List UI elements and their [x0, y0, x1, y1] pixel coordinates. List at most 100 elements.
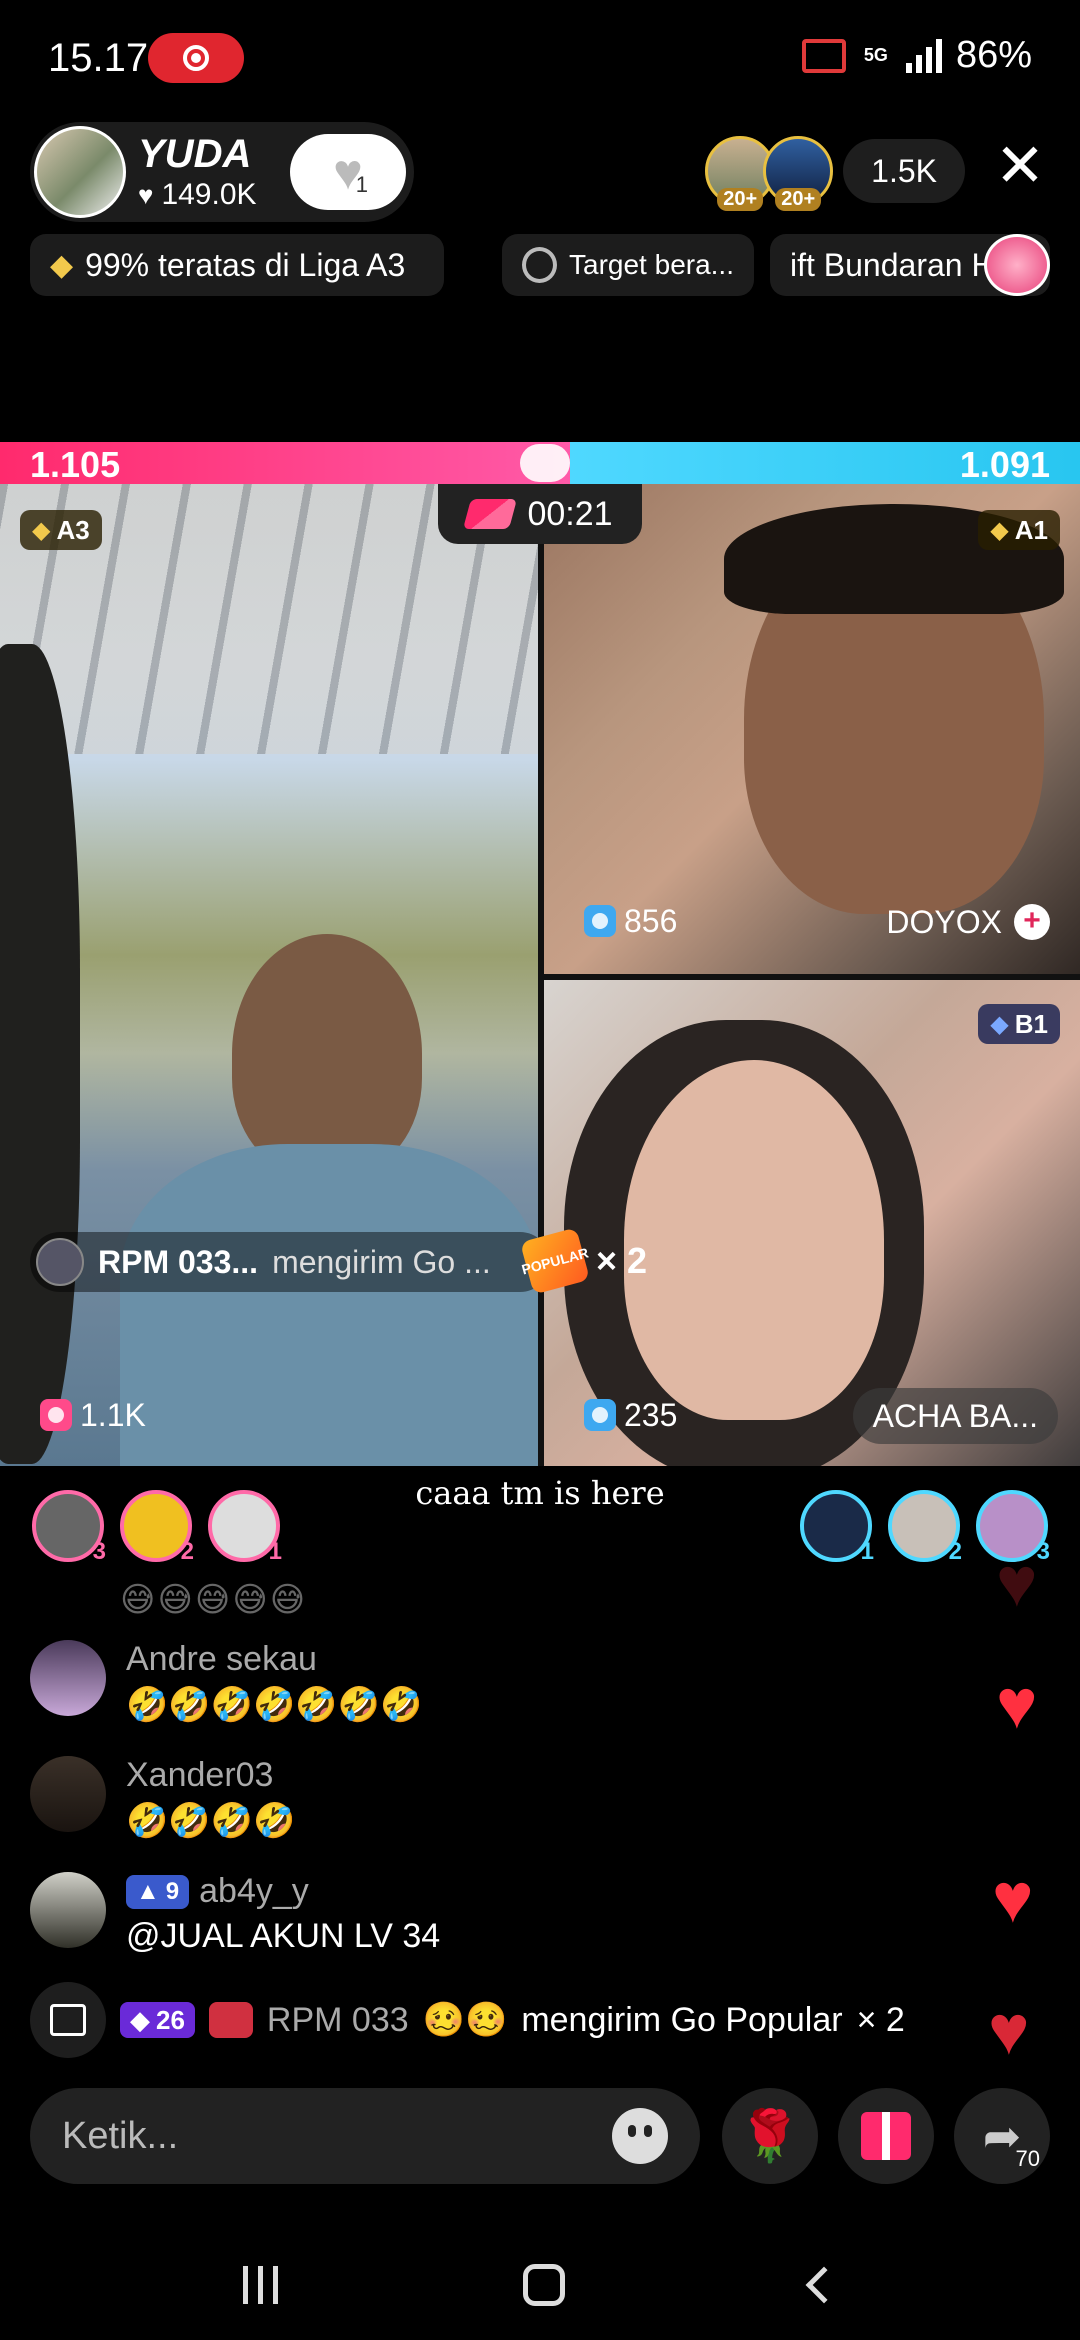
chat-message[interactable]: ▲ 9 ab4y_y @JUAL AKUN LV 34 — [30, 1872, 440, 1956]
gift-multiplier: × 2 — [856, 2000, 905, 2039]
battle-timer: 00:21 — [438, 484, 642, 544]
follow-count: 1 — [355, 172, 368, 197]
plus-icon[interactable]: + — [1014, 904, 1050, 940]
screen-record-indicator[interactable] — [148, 33, 244, 83]
gift-count-left: 1.1K — [40, 1388, 146, 1442]
supporter-rank: 3 — [1036, 1538, 1050, 1565]
gift-notification: RPM 033... mengirim Go ... — [30, 1232, 550, 1292]
status-icons: 5G 86% — [801, 34, 1032, 77]
score-divider-icon — [520, 444, 570, 482]
fan-badge-icon — [208, 2002, 253, 2038]
supporter-rank: 3 — [92, 1538, 106, 1565]
participant-name-bottom-right[interactable]: ACHA BA... — [852, 1388, 1058, 1444]
floating-heart-icon: ♥ — [996, 1543, 1038, 1621]
league-text: 99% teratas di Liga A3 — [85, 246, 406, 283]
event-ribbon-icon[interactable] — [984, 234, 1050, 296]
supporter-avatar[interactable]: 1 — [800, 1490, 874, 1565]
diamond-icon: ◆ — [990, 516, 1009, 544]
level-badge: ▲ 9 — [126, 1874, 190, 1909]
battle-icon — [463, 499, 518, 529]
chat-avatar[interactable] — [30, 1756, 106, 1832]
gift-count-value: 1.1K — [80, 1396, 146, 1433]
comment-input[interactable] — [62, 2114, 612, 2158]
gift-banner-text: ift Bundaran H — [790, 246, 995, 283]
chat-avatar[interactable] — [30, 1872, 106, 1948]
host-likes-count: 149.0K — [161, 178, 257, 211]
comment-bar[interactable] — [30, 2088, 700, 2184]
rank-badge-bottom-right[interactable]: ◆ B1 — [978, 1004, 1060, 1044]
supporter-rank: 1 — [268, 1538, 282, 1565]
chat-message[interactable]: Xander03 🤣🤣🤣🤣 — [30, 1756, 295, 1841]
target-icon — [522, 247, 558, 283]
chat-avatar[interactable] — [30, 1640, 106, 1716]
gift-count-top-right: 856 — [584, 894, 677, 948]
viewer-badge: 20+ — [717, 188, 764, 211]
video-left[interactable] — [0, 484, 538, 1466]
viewer-count[interactable]: 1.5K — [843, 139, 965, 203]
rank-badge-left[interactable]: ◆ A3 — [20, 510, 102, 550]
record-icon — [183, 45, 209, 71]
timer-text: 00:21 — [527, 494, 613, 533]
follow-button[interactable]: ♥ 1 — [290, 134, 406, 210]
heart-icon: ♥ — [138, 179, 154, 210]
host-name: YUDA — [138, 132, 252, 176]
score-left: 1.105 — [30, 444, 121, 485]
status-time: 15.17 — [48, 36, 149, 80]
host-avatar[interactable] — [34, 126, 126, 218]
viewer-badge: 20+ — [775, 188, 822, 211]
gift-button[interactable] — [838, 2088, 934, 2184]
floating-heart-icon: ♥ — [988, 1991, 1030, 2069]
league-chip[interactable]: ◆ 99% teratas di Liga A3 — [30, 234, 444, 296]
camera-gift-icon — [584, 905, 616, 937]
chat-username[interactable]: ab4y_y — [199, 1872, 309, 1911]
tier-badge: ◆ 26 — [120, 2002, 195, 2038]
host-profile[interactable]: YUDA ♥ 149.0K ♥ 1 — [30, 122, 414, 222]
share-count: 70 — [1015, 2146, 1040, 2171]
chat-message[interactable]: Andre sekau 🤣🤣🤣🤣🤣🤣🤣 — [30, 1640, 422, 1725]
video-person — [0, 644, 80, 1464]
sender-name: RPM 033... — [98, 1243, 259, 1280]
participant-name: DOYOX — [886, 903, 1002, 940]
tier-value: 26 — [156, 2004, 185, 2035]
host-likes: ♥ 149.0K — [138, 178, 257, 212]
chat-username-row[interactable]: ▲ 9 ab4y_y — [126, 1872, 440, 1911]
gift-user[interactable]: RPM 033 — [267, 2001, 409, 2040]
target-chip[interactable]: Target bera... — [502, 234, 754, 296]
top-viewers[interactable]: 20+ 20+ 1.5K — [705, 136, 965, 211]
gift-action: mengirim Go ... — [272, 1243, 491, 1280]
supporter-avatar[interactable]: 2 — [120, 1490, 194, 1565]
close-button[interactable]: ✕ — [990, 136, 1050, 198]
share-button[interactable]: ➦ 70 — [954, 2088, 1050, 2184]
gift-emoji: 🥴🥴 — [422, 2001, 508, 2039]
faded-chat-message: 😅😅😅😅😅 — [120, 1581, 308, 1619]
gift-count-value: 235 — [624, 1396, 678, 1433]
camera-gift-icon — [40, 1399, 72, 1431]
video-person — [120, 1144, 538, 1466]
rank-label: B1 — [1014, 1008, 1048, 1039]
video-divider — [544, 974, 1080, 980]
supporter-avatar[interactable]: 3 — [32, 1490, 106, 1565]
supporter-avatar[interactable]: 1 — [208, 1490, 282, 1565]
target-text: Target bera... — [569, 249, 734, 280]
rank-badge-top-right[interactable]: ◆ A1 — [978, 510, 1060, 550]
back-icon[interactable] — [805, 2266, 843, 2304]
recent-apps-icon[interactable] — [242, 2266, 278, 2304]
system-nav-bar — [0, 2230, 1080, 2340]
supporter-avatar[interactable]: 2 — [888, 1490, 962, 1565]
supporter-rank: 2 — [180, 1538, 194, 1565]
score-right: 1.091 — [959, 444, 1050, 485]
gift-multiplier: × 2 — [596, 1240, 648, 1281]
rose-gift-button[interactable]: 🌹 — [722, 2088, 818, 2184]
chat-username[interactable]: Xander03 — [126, 1756, 295, 1795]
gift-box-icon[interactable] — [30, 1982, 106, 2058]
home-icon[interactable] — [523, 2264, 566, 2306]
rank-label: A1 — [1014, 514, 1048, 545]
emoji-icon[interactable] — [612, 2108, 668, 2164]
gift-count-value: 856 — [624, 902, 678, 939]
level-value: 9 — [165, 1877, 180, 1905]
viewer-avatar[interactable]: 20+ — [763, 136, 834, 211]
gift-icon — [861, 2112, 911, 2160]
battery-level: 86% — [955, 34, 1032, 76]
chat-username[interactable]: Andre sekau — [126, 1640, 422, 1679]
participant-name-top-right[interactable]: DOYOX + — [866, 894, 1070, 950]
